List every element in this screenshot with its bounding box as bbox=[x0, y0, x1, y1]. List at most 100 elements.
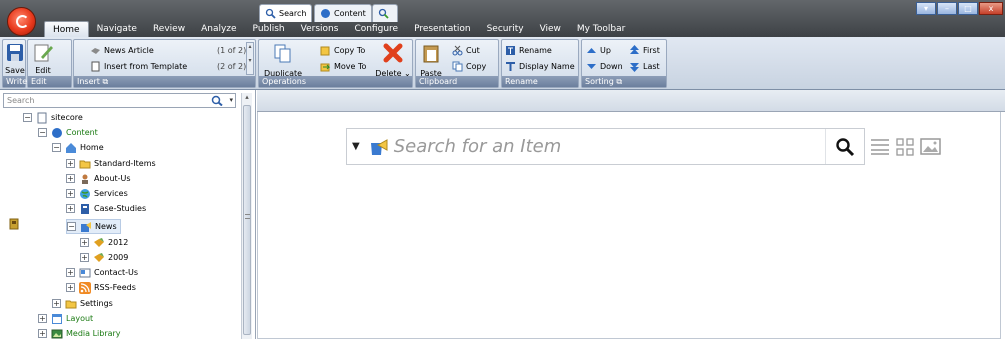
search-submit-button[interactable] bbox=[825, 129, 864, 164]
expand-icon[interactable]: + bbox=[66, 189, 75, 198]
expand-icon[interactable]: + bbox=[66, 283, 75, 292]
save-button[interactable]: Save bbox=[4, 43, 26, 75]
tree-item-about-us[interactable]: + About-Us bbox=[66, 171, 131, 186]
tab-publish[interactable]: Publish bbox=[245, 21, 293, 37]
first-icon bbox=[630, 45, 639, 54]
insert-from-template-button[interactable]: Insert from Template bbox=[90, 60, 187, 73]
collapse-icon[interactable]: − bbox=[67, 222, 76, 231]
scroll-thumb[interactable] bbox=[243, 105, 251, 335]
tab-content[interactable]: Content bbox=[314, 4, 372, 22]
scroll-up-icon[interactable]: ▴ bbox=[242, 93, 252, 101]
maximize-button[interactable]: □ bbox=[958, 2, 978, 15]
move-to-button[interactable]: Move To bbox=[320, 60, 366, 73]
tree-scrollbar[interactable]: ▴ bbox=[241, 93, 252, 339]
group-insert: News Article (1 of 2) Insert from Templa… bbox=[73, 39, 256, 88]
item-search-box[interactable]: ▼ Search for an Item bbox=[346, 128, 865, 165]
search-type-dropdown-icon[interactable]: ▼ bbox=[352, 141, 360, 152]
tree-item-content[interactable]: − Content bbox=[38, 125, 98, 140]
insert-scroll[interactable]: ▴ ▾ bbox=[246, 42, 254, 75]
tree-item-2012[interactable]: +2012 bbox=[80, 235, 128, 250]
tree-item-rss-feeds[interactable]: + RSS-Feeds bbox=[66, 280, 136, 295]
tab-view[interactable]: View bbox=[532, 21, 569, 37]
tab-security[interactable]: Security bbox=[479, 21, 532, 37]
folder-icon bbox=[65, 300, 77, 308]
tree-item-news[interactable]: − News bbox=[66, 219, 121, 234]
first-button[interactable]: First bbox=[629, 44, 660, 57]
delete-button[interactable]: Delete ⌄ bbox=[374, 43, 412, 78]
tree-item-home[interactable]: − Home bbox=[52, 140, 104, 155]
display-name-button[interactable]: Display Name bbox=[505, 60, 575, 73]
expand-icon[interactable]: + bbox=[80, 253, 89, 262]
group-label-operations: Operations bbox=[259, 76, 412, 87]
window-controls: ▾ – □ x bbox=[916, 2, 1003, 15]
collapse-icon[interactable]: − bbox=[38, 128, 47, 137]
collapse-icon[interactable]: − bbox=[23, 113, 32, 122]
copy-button[interactable]: Copy bbox=[452, 60, 486, 73]
tab-my-toolbar[interactable]: My Toolbar bbox=[569, 21, 633, 37]
tree-item-sitecore[interactable]: − sitecore bbox=[23, 110, 83, 125]
expand-icon[interactable]: + bbox=[66, 159, 75, 168]
search-dropdown-icon[interactable]: ▾ bbox=[229, 94, 233, 107]
tree-item-2009[interactable]: +2009 bbox=[80, 250, 128, 265]
last-icon bbox=[630, 63, 639, 72]
expand-icon[interactable]: + bbox=[38, 314, 47, 323]
cut-label: Cut bbox=[466, 46, 480, 55]
sitecore-orb-button[interactable] bbox=[7, 7, 36, 36]
item-bucket-icon bbox=[370, 138, 388, 155]
home-icon bbox=[66, 142, 76, 153]
down-button[interactable]: Down bbox=[586, 60, 623, 73]
up-button[interactable]: Up bbox=[586, 44, 611, 57]
rename-button[interactable]: Rename bbox=[505, 44, 552, 57]
tree-item-services[interactable]: + Services bbox=[66, 186, 128, 201]
expand-icon[interactable]: + bbox=[80, 238, 89, 247]
ribbon-tabs: Home Navigate Review Analyze Publish Ver… bbox=[44, 21, 633, 37]
save-label: Save bbox=[5, 66, 25, 75]
insert-news-article-button[interactable]: News Article bbox=[90, 44, 154, 57]
paste-button[interactable]: Paste bbox=[418, 43, 444, 78]
dropdown-button[interactable]: ▾ bbox=[916, 2, 936, 15]
search-placeholder[interactable]: Search for an Item bbox=[394, 136, 562, 157]
expand-icon[interactable]: + bbox=[66, 268, 75, 277]
list-view-icon[interactable] bbox=[870, 138, 890, 155]
display-name-label: Display Name bbox=[519, 62, 575, 71]
folder-icon bbox=[94, 252, 104, 262]
tab-home[interactable]: Home bbox=[44, 21, 89, 37]
tab-presentation[interactable]: Presentation bbox=[406, 21, 479, 37]
minimize-button[interactable]: – bbox=[937, 2, 957, 15]
expand-icon[interactable]: + bbox=[38, 329, 47, 338]
group-label-rename: Rename bbox=[502, 76, 578, 87]
copy-to-label: Copy To bbox=[334, 46, 366, 55]
tab-navigate[interactable]: Navigate bbox=[89, 21, 145, 37]
tree-item-case-studies[interactable]: + Case-Studies bbox=[66, 201, 146, 216]
sitecore-logo-icon bbox=[16, 15, 29, 28]
rename-icon bbox=[506, 46, 515, 55]
copy-to-button[interactable]: Copy To bbox=[320, 44, 365, 57]
rename-label: Rename bbox=[519, 46, 552, 55]
expand-icon[interactable]: + bbox=[66, 204, 75, 213]
tree-item-settings[interactable]: + Settings bbox=[52, 296, 113, 311]
tab-analyze[interactable]: Analyze bbox=[193, 21, 244, 37]
image-view-icon[interactable] bbox=[920, 138, 941, 155]
collapse-icon[interactable]: − bbox=[52, 143, 61, 152]
grid-view-icon[interactable] bbox=[896, 138, 914, 156]
tree-item-standard-items[interactable]: + Standard-Items bbox=[66, 156, 156, 171]
tree-search-input[interactable]: Search ▾ bbox=[3, 93, 236, 108]
content-icon bbox=[321, 9, 330, 18]
tab-new[interactable] bbox=[372, 4, 398, 22]
tab-versions[interactable]: Versions bbox=[293, 21, 347, 37]
group-clipboard: Paste Cut Copy Clipboard bbox=[415, 39, 499, 88]
folder-icon bbox=[79, 160, 91, 168]
tab-search[interactable]: Search bbox=[259, 4, 313, 22]
tree-item-layout[interactable]: + Layout bbox=[38, 311, 93, 326]
close-button[interactable]: x bbox=[979, 2, 1003, 15]
cut-button[interactable]: Cut bbox=[452, 44, 480, 57]
search-icon[interactable] bbox=[211, 95, 223, 106]
tree-item-contact-us[interactable]: + Contact-Us bbox=[66, 265, 138, 280]
expand-icon[interactable]: + bbox=[52, 299, 61, 308]
scissors-icon bbox=[452, 45, 463, 56]
expand-icon[interactable]: + bbox=[66, 174, 75, 183]
last-button[interactable]: Last bbox=[629, 60, 660, 73]
magnifier-icon bbox=[836, 137, 855, 156]
tab-review[interactable]: Review bbox=[145, 21, 193, 37]
tab-configure[interactable]: Configure bbox=[346, 21, 406, 37]
